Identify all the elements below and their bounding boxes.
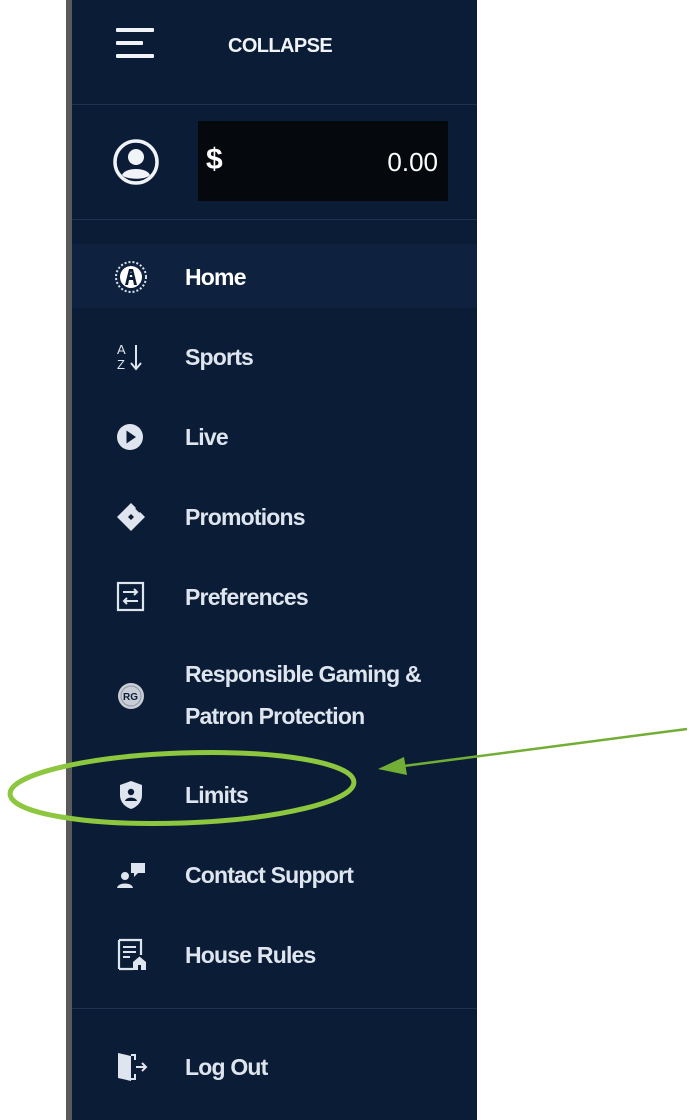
sort-az-icon: A Z xyxy=(117,342,142,372)
menu-label-home: Home xyxy=(185,264,246,290)
user-avatar-icon[interactable] xyxy=(112,138,160,186)
play-circle-icon xyxy=(117,424,143,450)
menu-item-responsible-gaming[interactable]: RG Responsible Gaming & Patron Protection xyxy=(72,653,477,743)
menu-item-preferences[interactable]: Preferences xyxy=(72,564,477,628)
menu-label-contact-support: Contact Support xyxy=(185,862,354,888)
svg-text:RG: RG xyxy=(123,692,138,703)
menu-item-home[interactable]: Home xyxy=(72,244,477,308)
menu-label-responsible-gaming-line1: Responsible Gaming & xyxy=(185,661,422,687)
menu-label-limits: Limits xyxy=(185,782,249,808)
shield-icon xyxy=(120,781,142,809)
currency-symbol: $ xyxy=(206,143,223,176)
preferences-icon xyxy=(116,581,145,612)
hamburger-menu-icon[interactable] xyxy=(116,28,154,58)
menu-item-contact-support[interactable]: Contact Support xyxy=(72,842,477,906)
menu-label-live: Live xyxy=(185,424,229,450)
svg-text:A: A xyxy=(117,342,126,357)
menu-item-house-rules[interactable]: House Rules xyxy=(72,922,477,986)
menu-item-log-out[interactable]: Log Out xyxy=(72,1034,477,1098)
balance-amount: 0.00 xyxy=(387,147,438,177)
house-rules-icon xyxy=(117,938,146,971)
page: COLLAPSE $ 0.00 Home A Z Sports Live Pro… xyxy=(0,0,691,1120)
menu-item-promotions[interactable]: Promotions xyxy=(72,484,477,548)
support-chat-icon xyxy=(117,863,145,888)
menu-label-preferences: Preferences xyxy=(185,584,309,610)
footer-divider xyxy=(72,1008,477,1009)
collapse-button[interactable]: COLLAPSE xyxy=(228,35,333,58)
menu-item-limits[interactable]: Limits xyxy=(72,762,477,826)
menu-label-responsible-gaming-line2: Patron Protection xyxy=(185,703,365,729)
menu-label-promotions: Promotions xyxy=(185,504,306,530)
log-out-icon xyxy=(118,1053,148,1081)
rg-badge-icon: RG xyxy=(118,683,144,709)
svg-text:Z: Z xyxy=(117,357,125,372)
menu-item-live[interactable]: Live xyxy=(72,404,477,468)
menu-label-house-rules: House Rules xyxy=(185,942,316,968)
sidebar-header: COLLAPSE xyxy=(72,0,477,105)
menu-label-responsible-gaming: Responsible Gaming & Patron Protection xyxy=(185,653,475,737)
menu-label-sports: Sports xyxy=(185,344,254,370)
menu-label-log-out: Log Out xyxy=(185,1054,268,1080)
account-section: $ 0.00 xyxy=(72,105,477,220)
ticket-icon xyxy=(117,503,145,531)
menu-item-sports[interactable]: A Z Sports xyxy=(72,324,477,388)
balance-display[interactable]: $ 0.00 xyxy=(198,121,448,201)
sidebar-nav: COLLAPSE $ 0.00 Home A Z Sports Live Pro… xyxy=(72,0,477,1120)
brand-logo-icon xyxy=(115,261,147,293)
